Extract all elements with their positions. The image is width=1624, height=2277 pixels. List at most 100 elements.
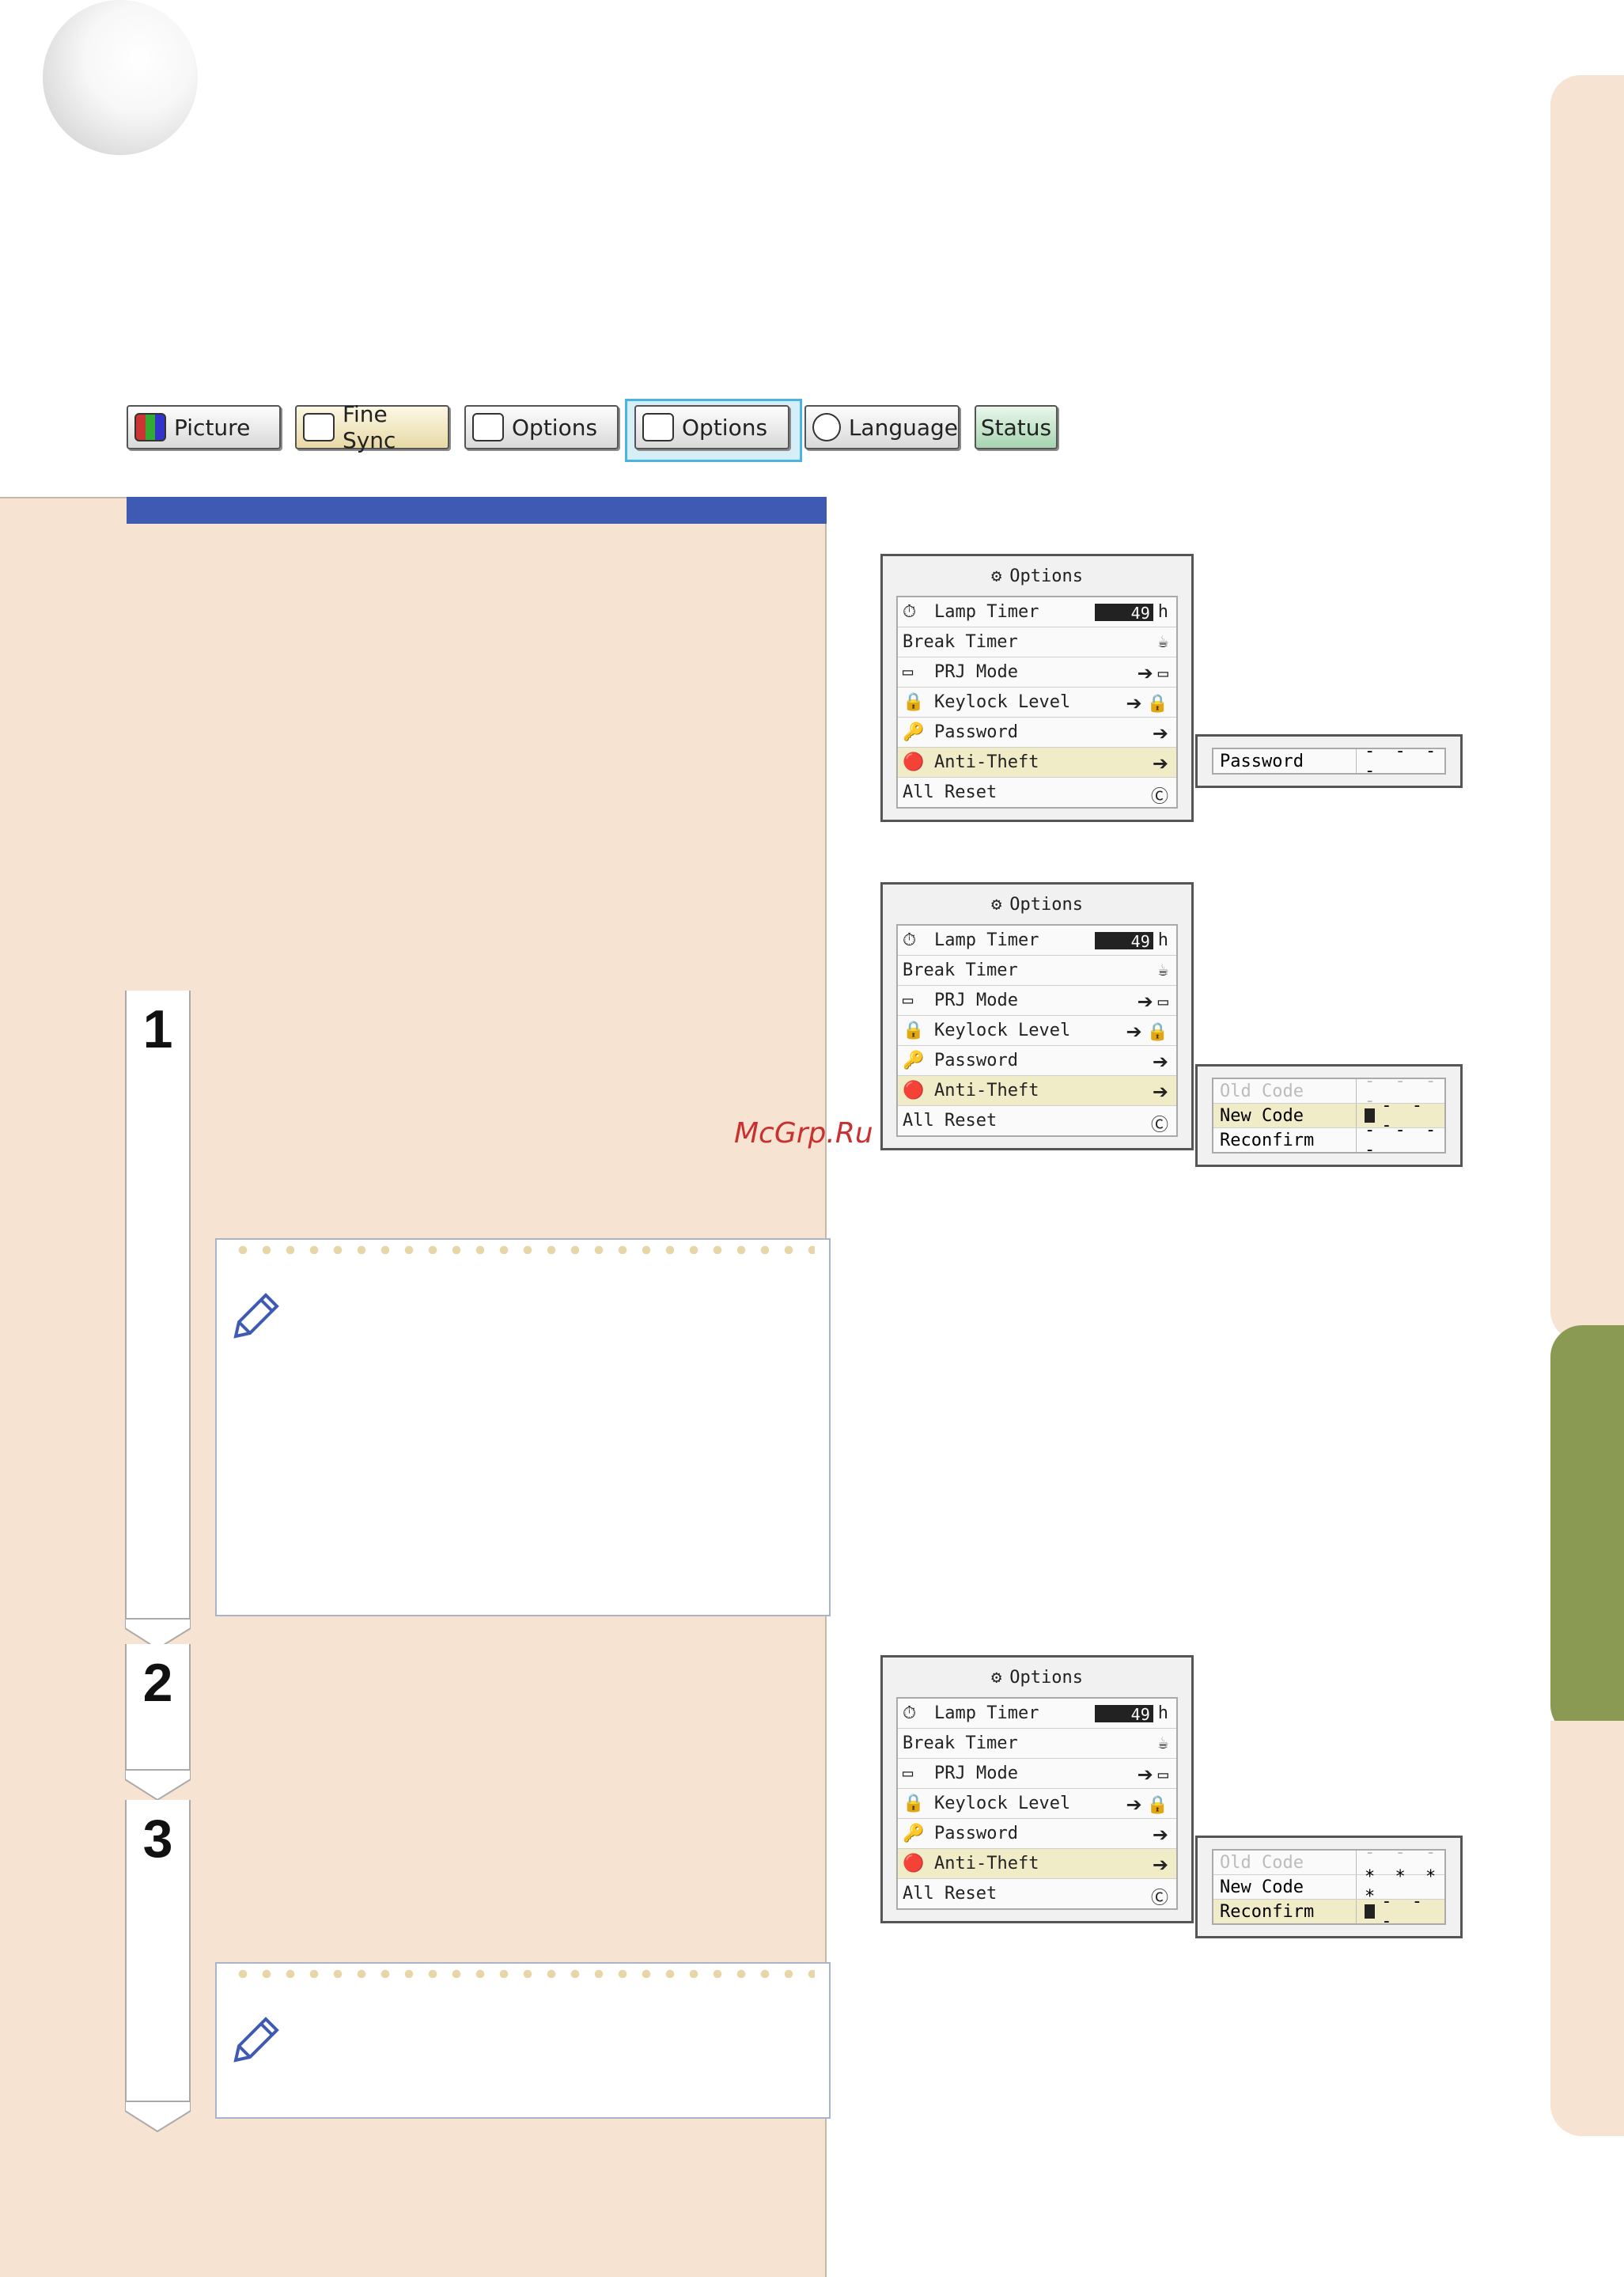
reset-icon: Ⓒ <box>1150 1889 1168 1908</box>
password-row[interactable]: Password - - - - <box>1213 741 1444 781</box>
picture-icon <box>134 413 166 441</box>
coffee-cup-icon: ☕ <box>1157 632 1168 652</box>
projector-icon: ▭ <box>1157 991 1168 1012</box>
options-icon: ⚙ <box>991 894 1002 915</box>
arrow-right-icon: ➔ <box>1137 662 1153 684</box>
lamp-timer-icon: ⏱ <box>903 930 917 950</box>
coffee-cup-icon: ☕ <box>1157 960 1168 980</box>
section-header-bar <box>127 497 827 524</box>
options-icon: ⚙ <box>991 1667 1002 1688</box>
dotted-border <box>231 1245 815 1254</box>
decorative-circle <box>43 0 198 155</box>
reconfirm-row[interactable]: Reconfirm - - - - <box>1213 1120 1444 1160</box>
tab-options-2[interactable]: Options <box>634 405 789 449</box>
projector-icon: ▭ <box>903 990 914 1010</box>
step-number: 1 <box>142 999 173 1059</box>
lock-icon: 🔒 <box>903 691 925 712</box>
menu-item-break-timer[interactable]: Break Timer ☕ <box>898 627 1176 657</box>
step-1-strip: 1 <box>125 991 191 1620</box>
dotted-border <box>231 1968 815 1978</box>
arrow-right-icon: ➔ <box>1137 1764 1153 1786</box>
tab-label: Status <box>980 414 1052 441</box>
menu-item-break-timer[interactable]: Break Timer ☕ <box>898 956 1176 986</box>
lamp-hours: 49 <box>1094 931 1153 951</box>
arrow-right-icon: ➔ <box>1152 752 1168 775</box>
menu-item-lamp-timer[interactable]: ⏱ Lamp Timer 49 h <box>898 1699 1176 1729</box>
options-menu-1: ⚙ Options ⏱ Lamp Timer 49 h Break Timer ☕ ▭ PR… <box>880 554 1194 822</box>
menu-item-prj-mode[interactable]: ▭ PRJ Mode ➔ ▭ <box>898 657 1176 688</box>
options-menu-3: ⚙ Options ⏱ Lamp Timer 49 h Break Timer ☕ ▭ PR… <box>880 1655 1194 1923</box>
anti-theft-icon: 🔴 <box>903 1853 925 1874</box>
note-box-1 <box>215 1238 831 1616</box>
projector-icon: ▭ <box>1157 663 1168 684</box>
lock-icon: 🔒 <box>903 1793 925 1813</box>
anti-theft-icon: 🔴 <box>903 752 925 772</box>
menu-item-password[interactable]: 🔑 Password ➔ <box>898 1046 1176 1076</box>
watermark: McGrp.Ru <box>734 1117 873 1150</box>
lamp-hours: 49 <box>1094 603 1153 623</box>
side-tab-active <box>1550 1325 1624 1737</box>
projector-icon: ▭ <box>903 1763 914 1783</box>
menu-title: Options <box>1009 1667 1083 1688</box>
menu-item-keylock-level[interactable]: 🔒 Keylock Level ➔ 🔒 <box>898 688 1176 718</box>
anti-theft-code-popup-2: Old Code - - - - New Code * * * * Reconfir… <box>1195 1836 1463 1938</box>
menu-item-keylock-level[interactable]: 🔒 Keylock Level ➔ 🔒 <box>898 1016 1176 1046</box>
lock-icon: 🔒 <box>1146 1794 1168 1815</box>
menu-item-anti-theft[interactable]: 🔴 Anti-Theft ➔ <box>898 1849 1176 1879</box>
anti-theft-code-popup-1: Old Code - - - - New Code - - - Reconfirm -… <box>1195 1064 1463 1167</box>
lamp-hours: 49 <box>1094 1704 1153 1724</box>
menu-item-lamp-timer[interactable]: ⏱ Lamp Timer 49 h <box>898 926 1176 956</box>
reconfirm-row[interactable]: Reconfirm - - - <box>1213 1892 1444 1931</box>
menu-title: Options <box>1009 894 1083 915</box>
tab-label: Language <box>848 414 958 441</box>
lamp-timer-icon: ⏱ <box>903 601 917 622</box>
reset-icon: Ⓒ <box>1150 1116 1168 1135</box>
arrow-right-icon: ➔ <box>1152 1854 1168 1876</box>
lock-icon: 🔒 <box>1146 693 1168 714</box>
menu-item-prj-mode[interactable]: ▭ PRJ Mode ➔ ▭ <box>898 986 1176 1016</box>
step-number: 2 <box>142 1653 173 1713</box>
arrow-right-icon: ➔ <box>1126 1021 1142 1043</box>
menu-item-all-reset[interactable]: All Reset Ⓒ <box>898 778 1176 807</box>
menu-item-password[interactable]: 🔑 Password ➔ <box>898 718 1176 748</box>
menu-item-all-reset[interactable]: All Reset Ⓒ <box>898 1879 1176 1908</box>
tab-options-1[interactable]: Options <box>464 405 619 449</box>
menu-item-keylock-level[interactable]: 🔒 Keylock Level ➔ 🔒 <box>898 1789 1176 1819</box>
menu-item-password[interactable]: 🔑 Password ➔ <box>898 1819 1176 1849</box>
pencil-icon <box>233 2017 279 2063</box>
arrow-right-icon: ➔ <box>1152 1081 1168 1103</box>
menu-item-anti-theft[interactable]: 🔴 Anti-Theft ➔ <box>898 1076 1176 1106</box>
lock-icon: 🔒 <box>903 1020 925 1040</box>
arrow-right-icon: ➔ <box>1137 991 1153 1013</box>
note-box-2 <box>215 1962 831 2119</box>
tab-fine-sync[interactable]: Fine Sync <box>295 401 449 453</box>
options-menu-2: ⚙ Options ⏱ Lamp Timer 49 h Break Timer ☕ ▭ PR… <box>880 882 1194 1150</box>
arrow-right-icon: ➔ <box>1152 1824 1168 1846</box>
tab-status[interactable]: Status <box>975 405 1058 449</box>
password-popup: Password - - - - <box>1195 734 1463 788</box>
tab-language[interactable]: Language <box>804 405 960 449</box>
side-tab-bottom <box>1550 1721 1624 2136</box>
tab-label: Options <box>512 414 598 441</box>
pencil-icon <box>233 1293 279 1339</box>
menu-item-break-timer[interactable]: Break Timer ☕ <box>898 1729 1176 1759</box>
menu-item-prj-mode[interactable]: ▭ PRJ Mode ➔ ▭ <box>898 1759 1176 1789</box>
tab-label: Fine Sync <box>342 401 396 453</box>
input-cursor <box>1365 1904 1376 1919</box>
step-2-strip: 2 <box>125 1644 191 1771</box>
lock-icon: 🔒 <box>1146 1021 1168 1042</box>
menu-item-anti-theft[interactable]: 🔴 Anti-Theft ➔ <box>898 748 1176 778</box>
tab-picture[interactable]: Picture <box>127 405 281 449</box>
tab-label: Picture <box>174 414 251 441</box>
options-icon <box>642 413 674 441</box>
arrow-right-icon: ➔ <box>1126 1794 1142 1816</box>
arrow-right-icon: ➔ <box>1126 692 1142 714</box>
options-icon <box>472 413 504 441</box>
projector-icon: ▭ <box>1157 1764 1168 1785</box>
step-2-pointer <box>125 1770 191 1802</box>
arrow-right-icon: ➔ <box>1152 722 1168 744</box>
side-tab-top <box>1550 75 1624 1341</box>
coffee-cup-icon: ☕ <box>1157 1733 1168 1753</box>
menu-item-all-reset[interactable]: All Reset Ⓒ <box>898 1106 1176 1135</box>
menu-item-lamp-timer[interactable]: ⏱ Lamp Timer 49 h <box>898 597 1176 627</box>
